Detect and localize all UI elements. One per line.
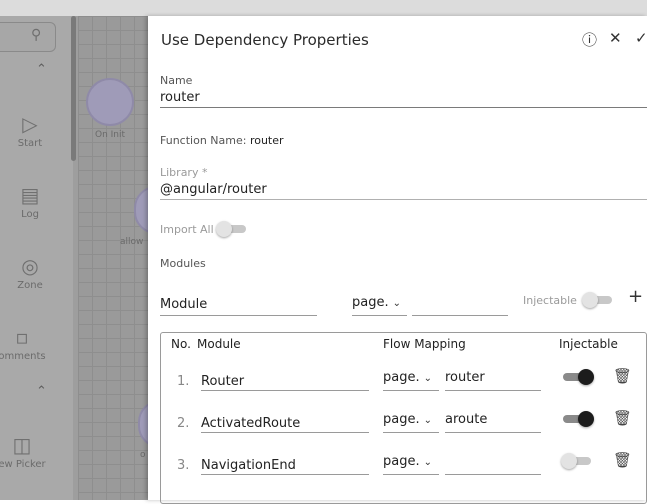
panel-title: Use Dependency Properties: [161, 31, 369, 49]
injectable-label: Injectable: [523, 294, 577, 307]
row-module-input[interactable]: NavigationEnd: [201, 458, 296, 473]
node-label: o: [140, 450, 146, 460]
module-input-underline: [160, 315, 317, 316]
row-flow-underline: [383, 474, 439, 475]
function-name-value: router: [249, 134, 284, 147]
log-icon: ▤: [20, 183, 40, 207]
header-injectable: Injectable: [559, 337, 618, 351]
flow-select-value: page.: [383, 412, 420, 427]
row-injectable-toggle[interactable]: [561, 453, 591, 469]
flow-mapping-select[interactable]: page. ⌄: [352, 295, 401, 310]
row-mapping-underline: [445, 474, 541, 475]
flow-node-on-init[interactable]: [86, 78, 134, 126]
row-number: 3.: [177, 458, 190, 473]
row-module-underline: [201, 432, 369, 433]
import-all-toggle[interactable]: [216, 221, 246, 237]
injectable-toggle[interactable]: [582, 292, 612, 308]
row-module-underline: [201, 390, 369, 391]
chevron-up-icon[interactable]: ⌃: [36, 384, 47, 399]
add-module-icon[interactable]: +: [628, 286, 643, 307]
name-input[interactable]: router: [160, 90, 200, 105]
view-picker-icon: ◫: [12, 433, 32, 457]
sidebar-item-start[interactable]: ▷ Start: [0, 112, 60, 149]
flow-select-value: page.: [352, 295, 389, 310]
header-no: No.: [171, 337, 191, 351]
row-number: 2.: [177, 416, 190, 431]
row-module-input[interactable]: Router: [201, 374, 244, 389]
comments-icon: ▫: [15, 325, 29, 349]
function-name-row: Function Name: router: [160, 134, 284, 147]
close-icon[interactable]: ✕: [609, 29, 622, 47]
library-label: Library *: [160, 166, 208, 179]
sidebar-item-view-picker[interactable]: ◫ ew Picker: [0, 433, 52, 470]
sidebar-item-label: Log: [21, 209, 39, 220]
sidebar-item-zone[interactable]: ◎ Zone: [0, 254, 60, 291]
name-underline: [160, 107, 647, 108]
row-mapping-input[interactable]: router: [445, 370, 485, 385]
sidebar-search-input[interactable]: [0, 22, 56, 52]
flow-select-value: page.: [383, 370, 420, 385]
sidebar-item-log[interactable]: ▤ Log: [0, 183, 60, 220]
chevron-up-icon[interactable]: ⌃: [36, 62, 47, 77]
row-flow-select[interactable]: page. ⌄: [383, 370, 432, 385]
flow-select-underline: [352, 315, 407, 316]
play-icon: ▷: [22, 112, 38, 136]
check-icon[interactable]: ✓: [635, 29, 647, 47]
row-flow-select[interactable]: page. ⌄: [383, 412, 432, 427]
modules-label: Modules: [160, 257, 206, 270]
node-label: On Init: [95, 130, 126, 140]
row-flow-underline: [383, 432, 439, 433]
search-icon: ⚲: [31, 27, 42, 43]
sidebar-item-label: ew Picker: [0, 459, 46, 470]
import-all-label: Import All: [160, 223, 214, 236]
flow-select-value: page.: [383, 454, 420, 469]
top-bar: [0, 0, 647, 16]
dependency-properties-panel: Use Dependency Properties ⓘ ✕ ✓ Name rou…: [148, 16, 647, 504]
zone-icon: ◎: [21, 254, 39, 278]
module-name-input[interactable]: Module: [160, 297, 207, 312]
help-icon[interactable]: ⓘ: [582, 29, 597, 50]
chevron-down-icon: ⌄: [423, 415, 432, 426]
trash-icon[interactable]: 🗑: [613, 409, 632, 427]
sidebar-item-label: omments: [0, 351, 46, 362]
trash-icon[interactable]: 🗑: [613, 451, 632, 469]
row-mapping-underline: [445, 432, 541, 433]
trash-icon[interactable]: 🗑: [613, 367, 632, 385]
library-underline: [160, 199, 647, 200]
node-label: allow: [120, 237, 144, 247]
chevron-down-icon: ⌄: [392, 298, 401, 309]
chevron-down-icon: ⌄: [423, 457, 432, 468]
function-name-label: Function Name:: [160, 134, 247, 147]
sidebar-item-comments[interactable]: ▫ omments: [0, 325, 52, 362]
row-injectable-toggle[interactable]: [563, 369, 594, 385]
row-number: 1.: [177, 374, 190, 389]
header-module: Module: [197, 337, 241, 351]
row-mapping-input[interactable]: aroute: [445, 412, 487, 427]
row-injectable-toggle[interactable]: [563, 411, 594, 427]
chevron-down-icon: ⌄: [423, 373, 432, 384]
mapping-input[interactable]: [412, 315, 508, 316]
row-module-input[interactable]: ActivatedRoute: [201, 416, 300, 431]
row-module-underline: [201, 474, 369, 475]
library-input[interactable]: @angular/router: [160, 182, 267, 197]
name-label: Name: [160, 74, 193, 87]
row-mapping-underline: [445, 390, 541, 391]
sidebar-scrollbar[interactable]: [71, 16, 76, 161]
row-flow-select[interactable]: page. ⌄: [383, 454, 432, 469]
modules-table: No. Module Flow Mapping Injectable 1. Ro…: [160, 332, 647, 504]
sidebar-item-label: Zone: [17, 280, 43, 291]
sidebar-item-label: Start: [17, 138, 43, 149]
row-flow-underline: [383, 390, 439, 391]
header-flow-mapping: Flow Mapping: [383, 337, 466, 351]
